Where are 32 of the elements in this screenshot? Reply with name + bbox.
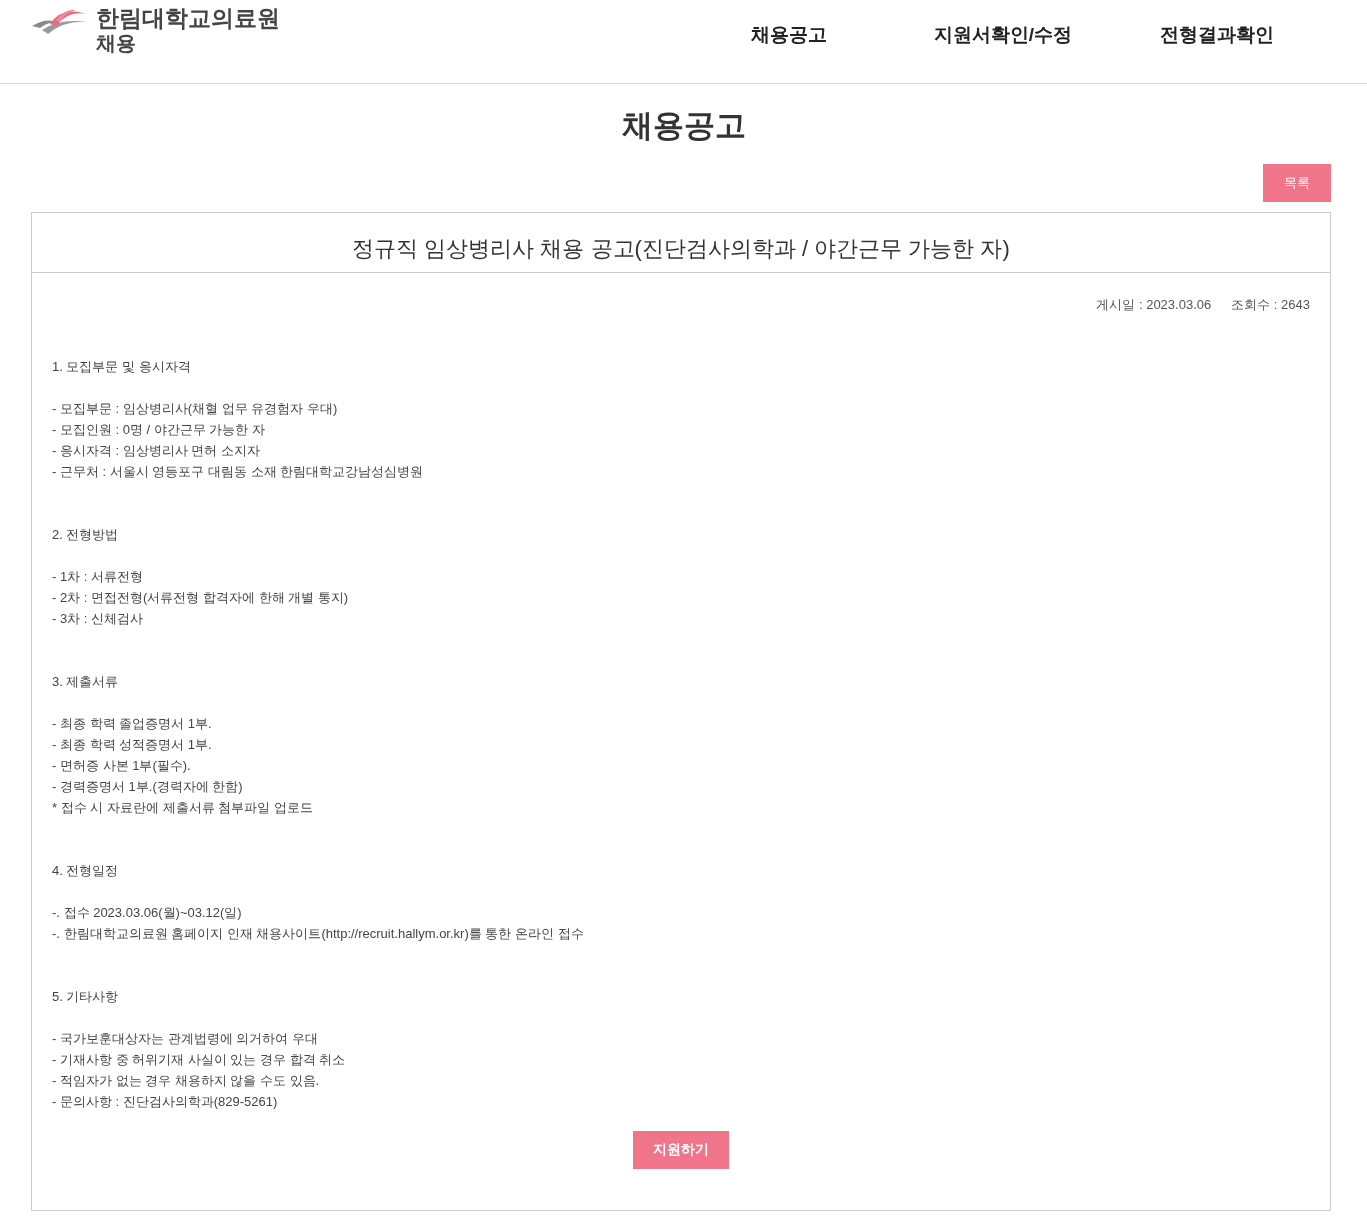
nav-link[interactable]: 지원서확인/수정	[878, 20, 1128, 50]
body-text: - 문의사항 : 진단검사의학과(829-5261)	[52, 1092, 278, 1111]
body-text: - 경력증명서 1부.(경력자에 한함)	[52, 777, 243, 796]
body-text: - 근무처 : 서울시 영등포구 대림동 소재 한림대학교강남성심병원	[52, 462, 424, 481]
section-heading: 4. 전형일정	[52, 861, 119, 880]
body-text: - 3차 : 신체검사	[52, 609, 143, 628]
body-text: - 모집부문 : 임상병리사(채혈 업무 유경험자 우대)	[52, 399, 338, 418]
body-text: -. 한림대학교의료원 홈페이지 인재 채용사이트(http://recruit.hallym.or.kr)를 통한 온라인 접수	[52, 924, 584, 943]
section-heading: 2. 전형방법	[52, 525, 119, 544]
section-heading: 3. 제출서류	[52, 672, 119, 691]
body-text: - 최종 학력 성적증명서 1부.	[52, 735, 212, 754]
body-text: - 2차 : 면접전형(서류전형 합격자에 한해 개별 통지)	[52, 588, 349, 607]
body-text: - 기재사항 중 허위기재 사실이 있는 경우 합격 취소	[52, 1050, 346, 1069]
nav-link[interactable]: 채용공고	[700, 20, 878, 50]
logo-subtitle: 채용	[96, 31, 137, 56]
body-text: - 1차 : 서류전형	[52, 567, 143, 586]
section-heading: 5. 기타사항	[52, 987, 119, 1006]
post-date: 게시일 : 2023.03.06	[1096, 296, 1212, 314]
nav-link[interactable]: 전형결과확인	[1128, 20, 1306, 50]
body-text: - 최종 학력 졸업증명서 1부.	[52, 714, 212, 733]
view-count: 조회수 : 2643	[1231, 296, 1310, 314]
logo-text: 한림대학교의료원	[96, 6, 280, 31]
body-text: - 모집인원 : 0명 / 야간근무 가능한 자	[52, 420, 266, 439]
body-text: -. 접수 2023.03.06(월)~03.12(일)	[52, 903, 242, 922]
body-text: * 접수 시 자료란에 제출서류 첨부파일 업로드	[52, 798, 313, 817]
body-text: - 응시자격 : 임상병리사 면허 소지자	[52, 441, 260, 460]
body-text: - 면허증 사본 1부(필수).	[52, 756, 191, 775]
body-text: - 국가보훈대상자는 관계법령에 의거하여 우대	[52, 1029, 318, 1048]
page-title: 채용공고	[620, 107, 747, 145]
body-text: - 적임자가 없는 경우 채용하지 않을 수도 있음.	[52, 1071, 320, 1090]
section-heading: 1. 모집부문 및 응시자격	[52, 357, 191, 376]
post-title: 정규직 임상병리사 채용 공고(진단검사의학과 / 야간근무 가능한 자)	[352, 235, 1010, 263]
